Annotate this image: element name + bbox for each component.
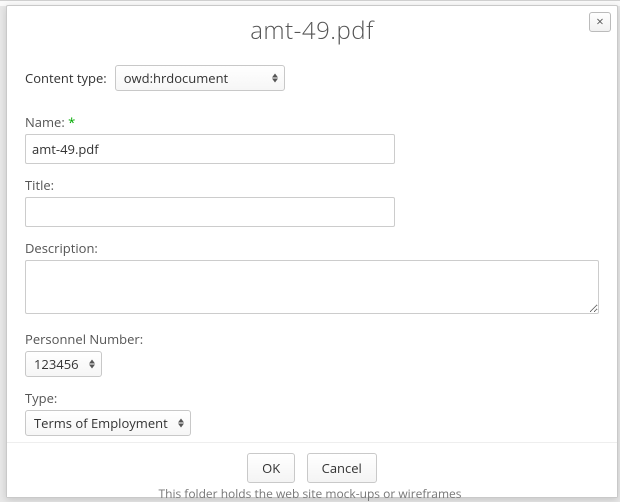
type-label: Type: (25, 389, 599, 407)
title-input[interactable] (25, 197, 395, 227)
cancel-button[interactable]: Cancel (307, 453, 377, 483)
personnel-number-field: Personnel Number: 123456 (25, 330, 599, 377)
name-field: Name: * (25, 113, 599, 164)
close-icon: × (596, 12, 603, 30)
description-label: Description: (25, 239, 599, 257)
title-label: Title: (25, 176, 599, 194)
type-field: Type: Terms of Employment (25, 389, 599, 436)
dialog-header: × amt-49.pdf (7, 6, 617, 59)
personnel-number-select[interactable]: 123456 (25, 351, 102, 377)
ok-button[interactable]: OK (247, 453, 295, 483)
type-select[interactable]: Terms of Employment (25, 410, 191, 436)
chevron-updown-icon (272, 74, 278, 83)
description-textarea[interactable] (25, 260, 599, 314)
personnel-number-value: 123456 (34, 355, 79, 373)
chevron-updown-icon (89, 360, 95, 369)
content-type-row: Content type: owd:hrdocument (25, 65, 599, 91)
content-type-select[interactable]: owd:hrdocument (115, 65, 285, 91)
edit-properties-dialog: × amt-49.pdf Content type: owd:hrdocumen… (6, 5, 618, 498)
title-field: Title: (25, 176, 599, 227)
required-marker: * (68, 113, 75, 131)
name-label: Name: * (25, 113, 599, 131)
dialog-title: amt-49.pdf (21, 14, 603, 47)
name-input[interactable] (25, 134, 395, 164)
dialog-body: Content type: owd:hrdocument Name: * Tit… (7, 59, 617, 442)
personnel-number-label: Personnel Number: (25, 330, 599, 348)
content-type-value: owd:hrdocument (124, 69, 228, 87)
chevron-updown-icon (178, 419, 184, 428)
type-value: Terms of Employment (34, 414, 168, 432)
description-field: Description: (25, 239, 599, 318)
name-label-text: Name: (25, 113, 65, 131)
background-caption: This folder holds the web site mock-ups … (0, 485, 620, 502)
close-button[interactable]: × (589, 12, 611, 32)
content-type-label: Content type: (25, 69, 107, 87)
